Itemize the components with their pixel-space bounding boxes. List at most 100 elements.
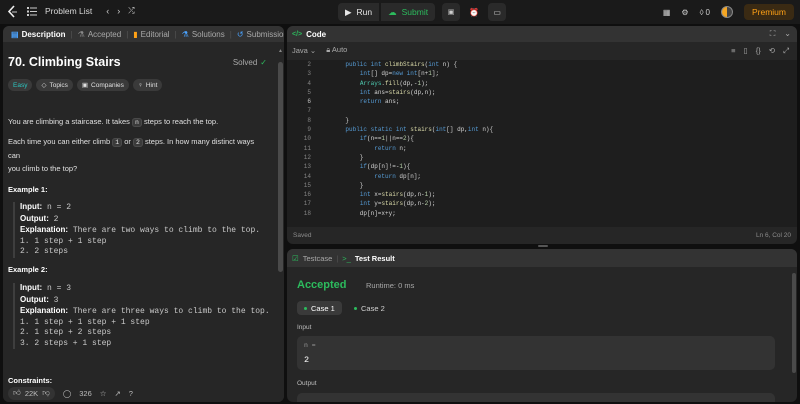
code-line[interactable]: return dp[n]; [331,172,493,181]
thumbs-up-icon[interactable]: 👍︎ [13,388,21,398]
input-var-name: n = [304,342,316,349]
code-line[interactable]: Arrays.fill(dp,-1); [331,79,493,88]
description-paragraph-1: You are climbing a staircase. It takes n… [8,117,219,127]
line-number: 12 [303,153,311,161]
code-line[interactable]: int ans=stairs(dp,n); [331,88,493,97]
help-icon[interactable]: ? [129,389,133,398]
scrollbar-thumb[interactable] [278,62,283,272]
code-line[interactable]: return n; [331,144,493,153]
tab-description[interactable]: ▤ Description [8,30,69,39]
maximize-icon[interactable]: ⛶ [770,29,776,39]
code-icon: </> [292,30,303,38]
shuffle-icon[interactable]: ⤮ [128,6,134,16]
tab-testcase[interactable]: Testcase [303,254,333,263]
code-line[interactable]: if(n==1||n==2){ [331,134,493,143]
code-line[interactable]: } [331,181,493,190]
premium-button[interactable]: Premium [743,4,794,20]
expand-icon[interactable]: ⤢ [783,46,789,56]
line-number: 3 [307,70,311,78]
check-circle-icon: ✓ [260,58,267,67]
example-1-block: Input: n = 2 Output: 2 Explanation: Ther… [13,202,260,258]
code-line[interactable] [331,106,493,115]
description-paragraph-2: Each time you can either climb 1 or 2 st… [8,137,255,173]
share-icon[interactable]: ↗ [114,389,120,398]
layout-grid-icon[interactable]: ▦ [663,8,671,17]
tab-submissions[interactable]: ↺Submissions [234,30,284,39]
code-header: </> Code ⛶ ⌄ [287,26,797,42]
code-line[interactable]: } [331,116,493,125]
scroll-up-icon[interactable]: ▲ [278,48,283,54]
scrollbar-thumb[interactable] [792,273,796,373]
saved-status: Saved [293,232,312,239]
panel-resize-handle[interactable] [538,245,548,247]
line-number: 15 [303,181,311,189]
code-lines[interactable]: public int climbStairs(int n) { int[] dp… [331,60,493,218]
tab-editorial[interactable]: ▮ Editorial [130,30,172,39]
output-box [297,393,775,402]
leetcode-logo[interactable] [6,5,20,19]
avatar[interactable] [720,6,733,18]
upload-icon: ☁ [388,6,397,17]
description-content: 70. Climbing Stairs Solved ✓ Easy ◇ Topic… [3,42,284,386]
tag-icon: ◇ [41,82,47,89]
code-line[interactable]: if(dp[n]!=-1){ [331,162,493,171]
hint-chip[interactable]: ♀ Hint [132,79,163,91]
case-1-tab[interactable]: Case 1 [297,301,342,315]
next-problem-icon[interactable]: › [117,6,120,16]
thumbs-down-icon[interactable]: 👎︎ [42,388,50,398]
difficulty-badge: Easy [8,79,33,91]
minimize-icon[interactable]: ⌄ [784,29,791,39]
problem-list-icon[interactable] [27,6,37,16]
star-icon[interactable]: ☆ [100,389,107,398]
companies-chip[interactable]: ▣ Companies [76,79,129,91]
streak-counter[interactable]: ◊ 0 [700,8,710,17]
line-number: 6 [307,98,311,106]
terminal-icon: >_ [342,253,351,263]
description-icon: ▤ [11,29,19,39]
case-2-tab[interactable]: Case 2 [347,301,392,315]
settings-icon[interactable]: ▣ [442,3,461,21]
undo-icon[interactable]: ⟲ [769,46,775,56]
code-editor[interactable]: 2 3 4 5 6 7 8 9 10 11 12 13 14 15 16 17 18 public int cl… [287,60,797,227]
code-line[interactable]: public int climbStairs(int n) { [331,60,493,69]
description-tabs: ▤ Description | ⚗ Accepted | ▮ Editorial | … [3,26,284,42]
result-scrollbar[interactable] [792,267,796,402]
submit-button[interactable]: ☁ Submit [381,3,436,21]
tab-solutions[interactable]: ⚗ Solutions [179,30,228,39]
comment-icon[interactable]: ◯ [63,389,71,398]
history-icon: ↺ [236,29,244,39]
line-number: 8 [307,116,311,124]
notes-icon[interactable]: ▭ [488,3,507,21]
tab-test-result[interactable]: Test Result [355,254,395,263]
fire-icon: ◊ [699,7,704,17]
bookmark-icon[interactable]: ▯ [744,46,748,56]
braces-icon[interactable]: {} [756,46,761,56]
line-number: 5 [307,88,311,96]
prev-problem-icon[interactable]: ‹ [106,6,109,16]
topics-chip[interactable]: ◇ Topics [36,79,73,91]
code-line[interactable]: dp[n]=x+y; [331,209,493,218]
checkbox-icon: ☑ [292,253,299,263]
gear-icon[interactable]: ⚙ [681,8,688,17]
code-line[interactable]: public static int stairs(int[] dp,int n)… [331,125,493,134]
code-line[interactable]: return ans; [331,97,493,106]
tab-accepted[interactable]: ⚗ Accepted [75,30,125,39]
play-icon: ▶ [345,6,352,17]
language-select[interactable]: Java ⌄ [292,46,316,55]
result-tabs: ☑ Testcase | >_ Test Result [287,249,797,267]
problem-list-link[interactable]: Problem List [45,6,92,16]
format-icon[interactable]: ≡ [731,46,735,56]
example-2-block: Input: n = 3 Output: 3 Explanation: Ther… [13,283,270,349]
timer-icon[interactable]: ⏰ [465,3,483,21]
run-button[interactable]: ▶ Run [338,3,380,21]
code-line[interactable]: int y=stairs(dp,n-2); [331,199,493,208]
description-scrollbar[interactable]: ▲ ▼ [278,48,283,400]
code-line[interactable]: int x=stairs(dp,n-1); [331,190,493,199]
comment-count: 326 [79,388,92,398]
description-panel: ▤ Description | ⚗ Accepted | ▮ Editorial | … [3,26,284,402]
code-line[interactable]: } [331,153,493,162]
auto-mode[interactable]: 🔒︎ Auto [326,45,347,55]
flask-icon: ⚗ [181,29,189,39]
flask-icon: ⚗ [77,29,85,39]
code-line[interactable]: int[] dp=new int[n+1]; [331,69,493,78]
